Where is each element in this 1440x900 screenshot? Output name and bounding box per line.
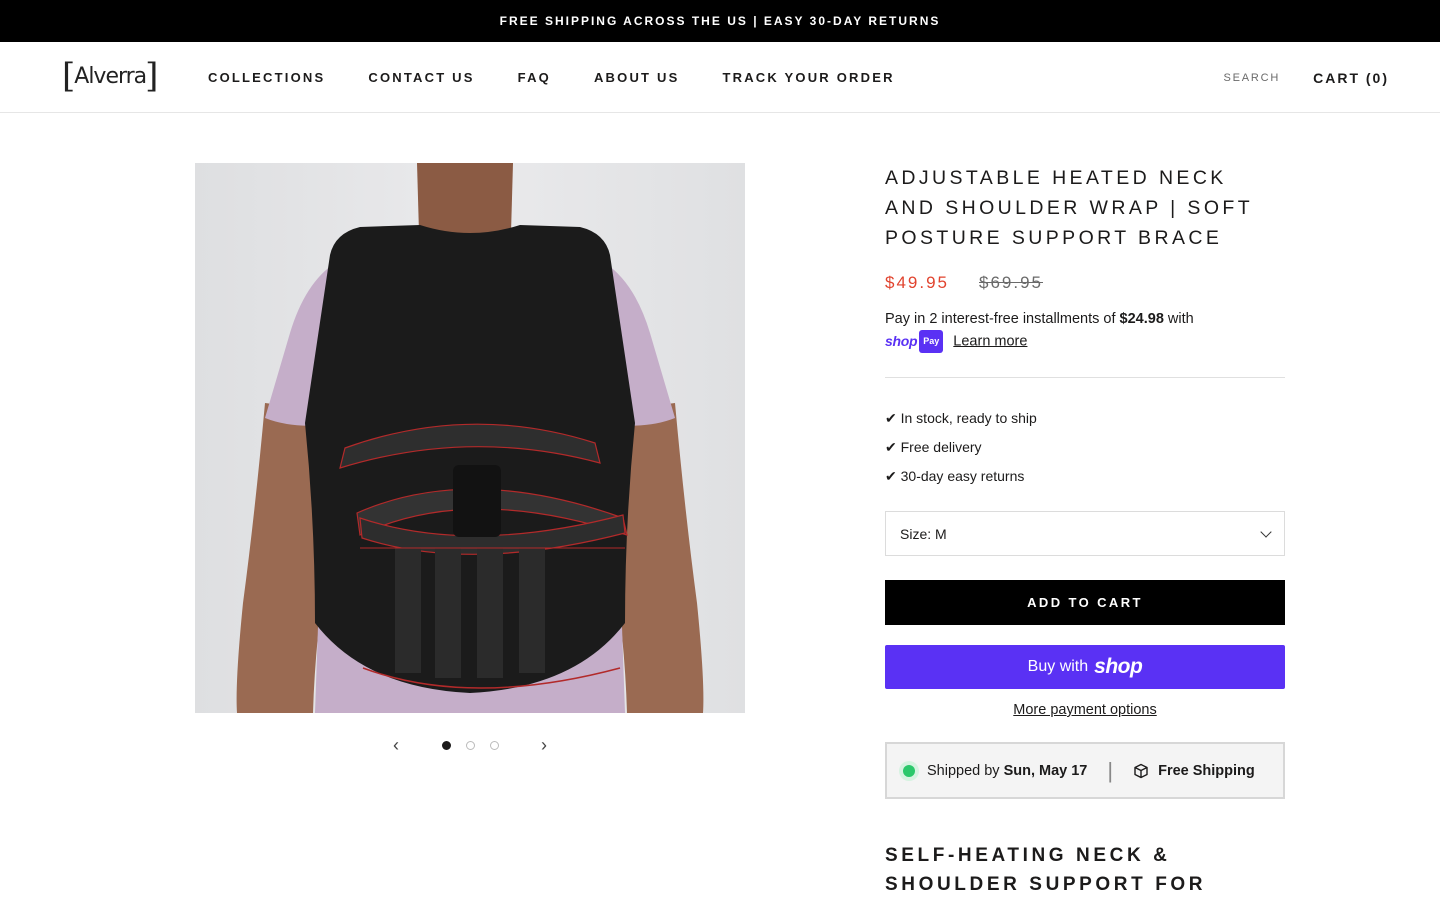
benefit-returns: ✔ 30-day easy returns <box>885 468 1025 484</box>
nav-collections[interactable]: COLLECTIONS <box>208 70 325 85</box>
nav-track-order[interactable]: TRACK YOUR ORDER <box>722 70 894 85</box>
gallery-dot-3[interactable] <box>489 740 499 750</box>
benefits-list: ✔ In stock, ready to ship ✔ Free deliver… <box>885 404 1285 491</box>
price-row: $49.95 $69.95 <box>885 273 1285 293</box>
chevron-right-icon[interactable]: › <box>534 735 554 756</box>
logo-text: Alverra <box>74 63 147 89</box>
shop-logo: shop <box>1094 655 1143 678</box>
compare-price: $69.95 <box>979 273 1043 292</box>
installments-prefix: Pay in 2 interest-free installments of <box>885 311 1116 327</box>
gallery-dot-2[interactable] <box>465 740 475 750</box>
benefit-free-delivery: ✔ Free delivery <box>885 439 982 455</box>
cart-link[interactable]: CART (0) <box>1313 70 1389 86</box>
logo-bracket-right: ] <box>145 56 159 96</box>
description-heading: SELF-HEATING NECK & SHOULDER SUPPORT FOR <box>885 845 1207 895</box>
product-title: ADJUSTABLE HEATED NECK AND SHOULDER WRAP… <box>885 167 1253 249</box>
more-payment-options-link[interactable]: More payment options <box>885 702 1285 718</box>
logo-bracket-left: [ <box>62 56 76 96</box>
installments-message: Pay in 2 interest-free installments of $… <box>885 309 1285 353</box>
main-nav: COLLECTIONS CONTACT US FAQ ABOUT US TRAC… <box>208 42 938 113</box>
gallery-dot-1[interactable] <box>441 740 451 750</box>
nav-faq[interactable]: FAQ <box>518 70 551 85</box>
shipped-by-label: Shipped by <box>927 762 1000 779</box>
size-select-value: Size: M <box>900 525 947 542</box>
nav-contact-us[interactable]: CONTACT US <box>368 70 474 85</box>
announcement-bar: FREE SHIPPING ACROSS THE US | EASY 30-DA… <box>0 0 1440 42</box>
learn-more-link[interactable]: Learn more <box>953 333 1027 349</box>
header-actions: SEARCH CART (0) <box>1223 42 1389 113</box>
site-logo[interactable]: [ Alverra ] <box>62 56 159 96</box>
benefit-in-stock: ✔ In stock, ready to ship <box>885 410 1037 426</box>
buy-with-label: Buy with <box>1027 658 1089 675</box>
product-info: ADJUSTABLE HEATED NECK AND SHOULDER WRAP… <box>885 163 1285 899</box>
add-to-cart-button[interactable]: ADD TO CART <box>885 580 1285 625</box>
status-dot-icon <box>903 764 915 777</box>
gallery-navigation: ‹ › <box>195 733 745 757</box>
installments-suffix: with <box>1167 311 1194 327</box>
divider <box>885 377 1285 378</box>
product-image[interactable] <box>195 163 745 713</box>
shop-pay-icon: shop Pay <box>885 330 944 353</box>
shipping-divider: | <box>1107 757 1114 783</box>
announcement-text: FREE SHIPPING ACROSS THE US | EASY 30-DA… <box>499 14 941 28</box>
package-icon <box>1133 763 1149 779</box>
size-select[interactable]: Size: M <box>885 511 1285 556</box>
buy-with-shop-button[interactable]: Buy with shop <box>885 645 1285 689</box>
ship-date: Sun, May 17 <box>1003 762 1088 779</box>
product-photo <box>195 163 745 713</box>
shop-pay-wordmark: shop <box>885 333 918 349</box>
free-shipping-label: Free Shipping <box>1158 762 1255 779</box>
site-header: [ Alverra ] COLLECTIONS CONTACT US FAQ A… <box>0 42 1440 113</box>
search-link[interactable]: SEARCH <box>1223 72 1280 84</box>
chevron-left-icon[interactable]: ‹ <box>386 735 406 756</box>
nav-about-us[interactable]: ABOUT US <box>594 70 680 85</box>
shop-pay-badge: Pay <box>919 330 944 353</box>
shipping-info-box: Shipped by Sun, May 17 | Free Shipping <box>885 742 1285 799</box>
gallery-dots <box>434 740 506 750</box>
installment-amount: $24.98 <box>1119 311 1164 327</box>
chevron-down-icon <box>1260 525 1272 538</box>
sale-price: $49.95 <box>885 273 949 292</box>
